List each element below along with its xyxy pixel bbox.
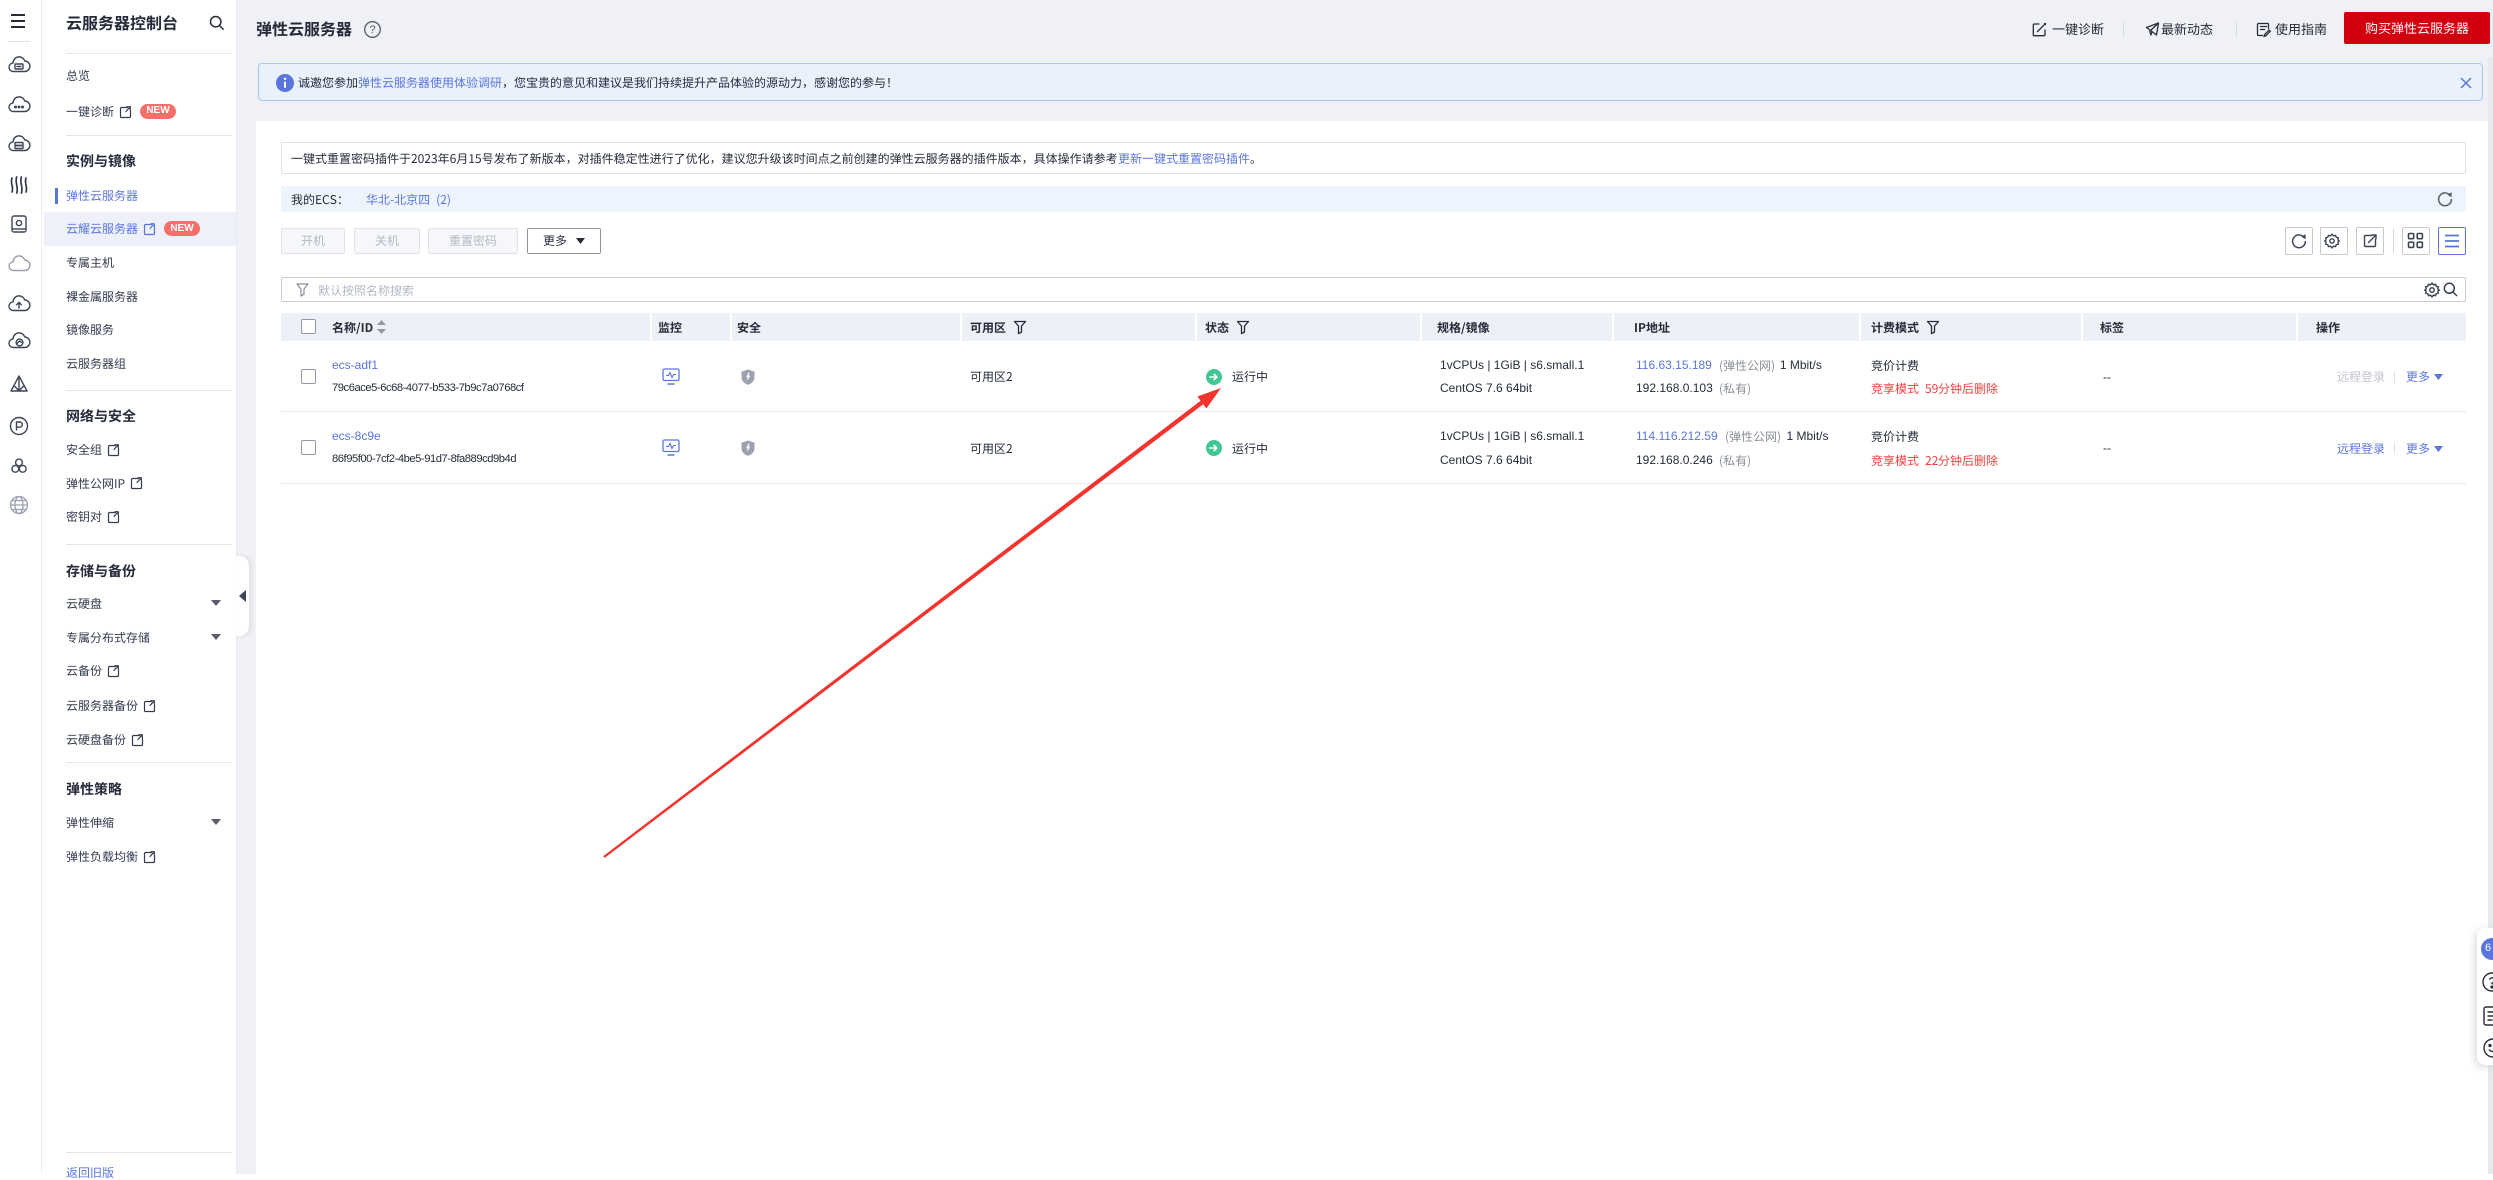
svg-text:?: ? bbox=[369, 24, 375, 36]
